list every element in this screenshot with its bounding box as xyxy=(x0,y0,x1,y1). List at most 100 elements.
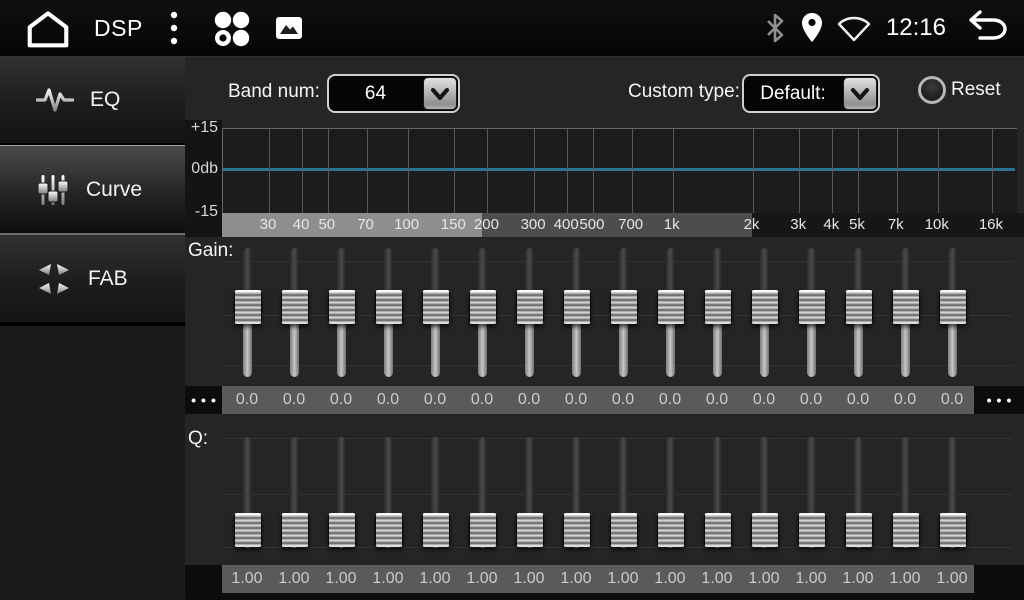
custom-type-label: Custom type: xyxy=(628,81,740,103)
gain-slider-thumb[interactable] xyxy=(281,290,309,324)
gain-value-cell: 0.0 xyxy=(459,386,506,414)
location-icon xyxy=(798,11,826,45)
q-slider-thumb[interactable] xyxy=(563,513,591,547)
gain-next-bands-button[interactable]: ••• xyxy=(974,386,1024,414)
eq-curve-plot[interactable] xyxy=(222,128,1017,214)
freq-gridline xyxy=(487,129,488,214)
freq-gridline xyxy=(799,129,800,214)
band-num-dropdown[interactable]: 64 xyxy=(327,74,460,113)
bottom-edge xyxy=(185,593,1024,600)
gain-value-cell: 0.0 xyxy=(788,386,835,414)
sidebar-item-label: EQ xyxy=(90,88,120,112)
clock: 12:16 xyxy=(886,14,946,42)
freq-tick-label: 2k xyxy=(730,216,774,233)
q-value-cell: 1.00 xyxy=(788,565,835,593)
eq-waveform-icon xyxy=(36,85,74,115)
sliders-icon xyxy=(36,173,70,207)
q-value-cell: 1.00 xyxy=(271,565,318,593)
q-slider-thumb[interactable] xyxy=(469,513,497,547)
bluetooth-icon xyxy=(762,11,788,45)
apps-icon[interactable] xyxy=(211,8,251,48)
gain-value-cell: 0.0 xyxy=(553,386,600,414)
gallery-icon[interactable] xyxy=(275,16,303,40)
freq-tick-label: 50 xyxy=(305,216,349,233)
gain-slider-thumb[interactable] xyxy=(375,290,403,324)
chevron-down-icon[interactable] xyxy=(423,77,457,110)
freq-gridline xyxy=(897,129,898,214)
gain-slider-thumb[interactable] xyxy=(563,290,591,324)
gain-slider-thumb[interactable] xyxy=(234,290,262,324)
dsp-screen: DSP xyxy=(0,0,1024,600)
q-slider-thumb[interactable] xyxy=(422,513,450,547)
gain-prev-bands-button[interactable]: ••• xyxy=(185,386,222,414)
q-slider-thumb[interactable] xyxy=(798,513,826,547)
sidebar-item-eq[interactable]: EQ xyxy=(0,56,185,145)
freq-gridline xyxy=(992,129,993,214)
q-slider-thumb[interactable] xyxy=(516,513,544,547)
gain-value-cell: 0.0 xyxy=(412,386,459,414)
gain-slider-thumb[interactable] xyxy=(422,290,450,324)
q-slider-thumb[interactable] xyxy=(892,513,920,547)
overflow-menu-icon[interactable] xyxy=(167,10,181,46)
gain-value-cell: 0.0 xyxy=(224,386,271,414)
home-icon[interactable] xyxy=(22,7,74,49)
q-value-cell: 1.00 xyxy=(553,565,600,593)
custom-type-dropdown[interactable]: Default: xyxy=(742,74,880,113)
frequency-axis: 304050701001502003004005007001k2k3k4k5k7… xyxy=(222,213,1024,237)
freq-gridline xyxy=(408,129,409,214)
q-value-cell: 1.00 xyxy=(741,565,788,593)
q-slider-thumb[interactable] xyxy=(234,513,262,547)
custom-type-value: Default: xyxy=(744,83,842,105)
gain-slider-thumb[interactable] xyxy=(469,290,497,324)
more-dots: ••• xyxy=(982,392,1017,408)
gain-slider-thumb[interactable] xyxy=(610,290,638,324)
freq-gridline xyxy=(567,129,568,214)
chevron-down-icon[interactable] xyxy=(843,77,877,110)
q-slider-thumb[interactable] xyxy=(751,513,779,547)
q-value-cell: 1.00 xyxy=(647,565,694,593)
gain-slider-thumb[interactable] xyxy=(939,290,967,324)
gain-slider-thumb[interactable] xyxy=(798,290,826,324)
sidebar-item-label: Curve xyxy=(86,178,142,202)
sidebar-item-curve[interactable]: Curve xyxy=(0,145,185,235)
app-title: DSP xyxy=(94,15,143,42)
reset-radio[interactable] xyxy=(918,76,946,104)
q-slider-panel xyxy=(222,430,1016,565)
q-slider-thumb[interactable] xyxy=(281,513,309,547)
freq-gridline xyxy=(454,129,455,214)
gain-value-cell: 0.0 xyxy=(741,386,788,414)
gain-value-cell: 0.0 xyxy=(318,386,365,414)
gain-slider-thumb[interactable] xyxy=(892,290,920,324)
gain-slider-thumb[interactable] xyxy=(516,290,544,324)
fab-arrows-icon xyxy=(36,261,72,297)
gain-value-cell: 0.0 xyxy=(929,386,976,414)
q-slider-thumb[interactable] xyxy=(657,513,685,547)
gain-value-cell: 0.0 xyxy=(600,386,647,414)
freq-tick-label: 1k xyxy=(650,216,694,233)
band-num-value: 64 xyxy=(329,83,422,105)
gain-slider-thumb[interactable] xyxy=(328,290,356,324)
q-slider-thumb[interactable] xyxy=(939,513,967,547)
gain-slider-thumb[interactable] xyxy=(845,290,873,324)
gain-slider-thumb[interactable] xyxy=(751,290,779,324)
gain-value-cell: 0.0 xyxy=(647,386,694,414)
gain-value-cell: 0.0 xyxy=(835,386,882,414)
freq-tick-label: 700 xyxy=(609,216,653,233)
sidebar-item-fab[interactable]: FAB xyxy=(0,235,185,324)
q-slider-thumb[interactable] xyxy=(845,513,873,547)
back-icon[interactable] xyxy=(960,9,1010,47)
q-value-cell: 1.00 xyxy=(506,565,553,593)
q-slider-thumb[interactable] xyxy=(375,513,403,547)
q-next-bands-button[interactable] xyxy=(974,565,1024,595)
q-slider-thumb[interactable] xyxy=(704,513,732,547)
q-value-cell: 1.00 xyxy=(318,565,365,593)
freq-gridline xyxy=(632,129,633,214)
y-label-max: +15 xyxy=(182,119,218,137)
q-slider-thumb[interactable] xyxy=(328,513,356,547)
reset-label: Reset xyxy=(951,79,1001,101)
q-prev-bands-button[interactable] xyxy=(185,565,222,595)
gain-slider-thumb[interactable] xyxy=(704,290,732,324)
q-slider-thumb[interactable] xyxy=(610,513,638,547)
gain-slider-thumb[interactable] xyxy=(657,290,685,324)
freq-tick-label: 70 xyxy=(344,216,388,233)
